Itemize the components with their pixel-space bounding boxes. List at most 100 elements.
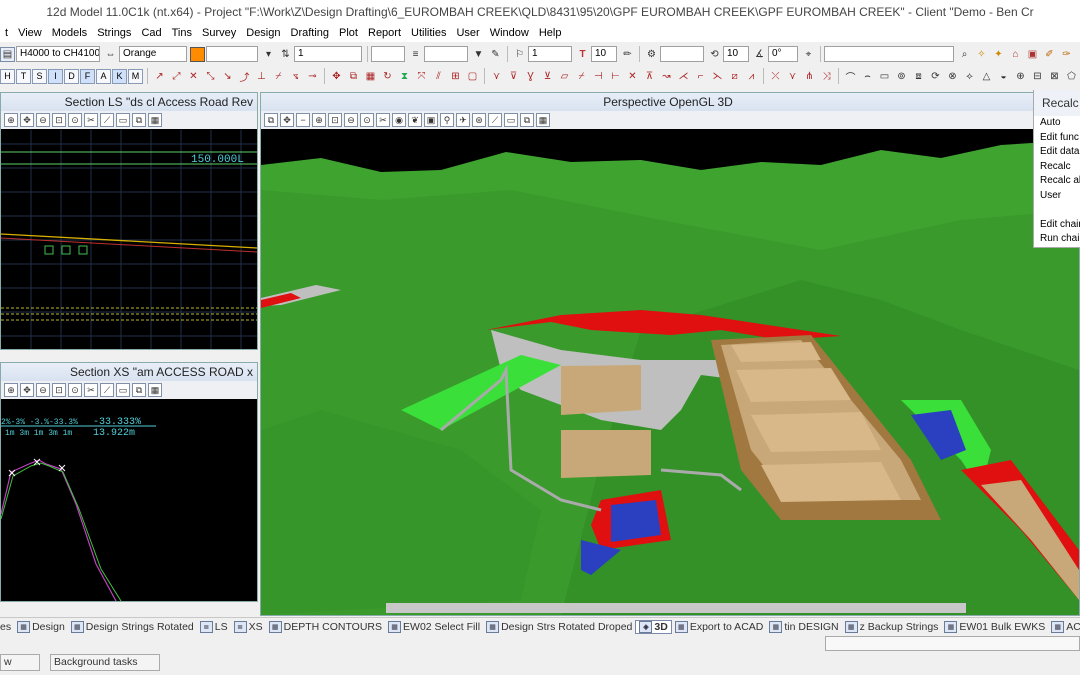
tool-icon-c[interactable]: ⌂ [1008, 47, 1023, 62]
string-icon-9[interactable]: ✕ [625, 69, 640, 84]
cad-icon-8[interactable]: ⌿ [271, 69, 286, 84]
colour-field[interactable]: Orange [119, 46, 187, 62]
curve-icon-3[interactable]: ▭ [877, 69, 892, 84]
cad-icon-4[interactable]: ⤡ [203, 69, 218, 84]
copy-view-icon[interactable]: ⧉ [132, 383, 146, 397]
cad-icon-6[interactable]: ⤴ [237, 69, 252, 84]
weight-icon[interactable]: ⇅ [278, 47, 293, 62]
string-icon-14[interactable]: ⋋ [710, 69, 725, 84]
grid-view-icon[interactable]: ▦ [148, 113, 162, 127]
search-icon[interactable]: ⌕ [957, 47, 972, 62]
tab-es[interactable]: es [0, 621, 14, 633]
cad-icon-10[interactable]: ⊸ [305, 69, 320, 84]
view-button-f[interactable]: F [80, 68, 95, 84]
pan-icon[interactable]: ✥ [20, 113, 34, 127]
menu-models[interactable]: Models [47, 27, 92, 39]
view-button-m[interactable]: M [128, 68, 143, 84]
value-field-a[interactable]: 1 [294, 46, 362, 62]
leaf-icon[interactable]: ❦ [408, 113, 422, 127]
window-icon[interactable]: ▭ [116, 383, 130, 397]
curve-icon-13[interactable]: ⊠ [1047, 69, 1062, 84]
background-tasks[interactable]: Background tasks [50, 653, 160, 671]
copy-view-icon[interactable]: ⧉ [520, 113, 534, 127]
profile-icon[interactable]: ⟋ [100, 383, 114, 397]
string-icon-1[interactable]: ⋎ [489, 69, 504, 84]
tab-xs[interactable]: ≣ XS [231, 620, 266, 633]
size-field[interactable]: 10 [723, 46, 749, 62]
line-style-icon[interactable]: ⇔ [103, 47, 118, 62]
curve-icon-7[interactable]: ⊗ [945, 69, 960, 84]
recalc-run-chain[interactable]: Run chain [1034, 232, 1080, 247]
value-field-b[interactable]: 1 [528, 46, 572, 62]
tools-icon[interactable]: ✂ [376, 113, 390, 127]
grid-icon[interactable]: ▦ [363, 69, 378, 84]
tin-icon-1[interactable]: ⤫ [768, 69, 783, 84]
curve-icon-11[interactable]: ⊕ [1013, 69, 1028, 84]
tin-icon-4[interactable]: ⤨ [819, 69, 834, 84]
view-button-i[interactable]: I [48, 68, 63, 84]
section-ls-canvas[interactable]: 150.000L [1, 130, 257, 349]
string-icon-13[interactable]: ⌐ [693, 69, 708, 84]
tab-3d[interactable]: ◈ 3D [635, 619, 672, 634]
view-button-h[interactable]: H [0, 68, 15, 84]
perspective-3d-canvas[interactable] [261, 130, 1079, 615]
tab-export-to-acad[interactable]: ▦ Export to ACAD [672, 620, 767, 633]
cad-icon-7[interactable]: ⊥ [254, 69, 269, 84]
tab-z-backup-strings[interactable]: ▦ z Backup Strings [842, 620, 942, 633]
copy-icon[interactable]: ⧉ [346, 69, 361, 84]
string-icon-11[interactable]: ↝ [659, 69, 674, 84]
camera-icon[interactable]: ▣ [424, 113, 438, 127]
dropdown-arrow-icon[interactable]: ▾ [261, 47, 276, 62]
tool-icon-b[interactable]: ✦ [991, 47, 1006, 62]
curve-icon-6[interactable]: ⟳ [928, 69, 943, 84]
filter-icon[interactable]: ▼ [471, 47, 486, 62]
string-icon-12[interactable]: ⋌ [676, 69, 691, 84]
menu-utilities[interactable]: Utilities [406, 27, 451, 39]
orbit-icon[interactable]: ⊛ [472, 113, 486, 127]
menu-user[interactable]: User [451, 27, 484, 39]
cad-icon-1[interactable]: ↗ [152, 69, 167, 84]
tool-icon-e[interactable]: ✐ [1042, 47, 1057, 62]
name-field[interactable] [206, 46, 258, 62]
view-button-k[interactable]: K [112, 68, 127, 84]
walk-icon[interactable]: ⚲ [440, 113, 454, 127]
symbol-field[interactable] [660, 46, 704, 62]
mirror-icon[interactable]: ⧗ [397, 69, 412, 84]
view-icon-1[interactable]: ⧉ [264, 113, 278, 127]
array-icon[interactable]: ⊞ [448, 69, 463, 84]
value-field-empty-2[interactable] [424, 46, 468, 62]
cad-icon-2[interactable]: ⤢ [169, 69, 184, 84]
cad-icon-5[interactable]: ↘ [220, 69, 235, 84]
zoom-out-icon[interactable]: ⊖ [36, 383, 50, 397]
section-xs-canvas[interactable]: 2%-3% -3.%-33.3% 1m 3m 1m 3m 1m -33.333%… [1, 404, 257, 601]
tab-acad-2d-layout[interactable]: ▦ACAD 2d Layout [1048, 620, 1080, 633]
tab-design-strings-rotated[interactable]: ▦ Design Strings Rotated [68, 620, 197, 633]
tab-ew02-select-fill[interactable]: ▦ EW02 Select Fill [385, 620, 483, 633]
grid-view-icon[interactable]: ▦ [536, 113, 550, 127]
recalc-recalc-all[interactable]: Recalc all [1034, 174, 1080, 189]
zoom-in-icon[interactable]: ⊕ [4, 113, 18, 127]
zoom-in-icon[interactable]: ⊕ [4, 383, 18, 397]
text-icon[interactable]: T [575, 47, 590, 62]
tab-design-strs-rotated-droped[interactable]: ▦ Design Strs Rotated Droped [483, 620, 635, 633]
view-button-a[interactable]: A [96, 68, 111, 84]
string-icon-16[interactable]: ⩘ [744, 69, 759, 84]
menu-help[interactable]: Help [534, 27, 567, 39]
fly-icon[interactable]: ✈ [456, 113, 470, 127]
tools-icon[interactable]: ✂ [84, 383, 98, 397]
curve-icon-14[interactable]: ⬠ [1064, 69, 1079, 84]
string-icon-7[interactable]: ⊣ [591, 69, 606, 84]
curve-icon-8[interactable]: ⟡ [962, 69, 977, 84]
profile-icon[interactable]: ⟋ [488, 113, 502, 127]
string-icon-8[interactable]: ⊢ [608, 69, 623, 84]
tin-icon-3[interactable]: ⋔ [802, 69, 817, 84]
recalc-edit-data[interactable]: Edit data [1034, 145, 1080, 160]
tab-design[interactable]: ▦ Design [14, 620, 68, 633]
view-button-s[interactable]: S [32, 68, 47, 84]
tin-icon-2[interactable]: ⋎ [785, 69, 800, 84]
move-icon[interactable]: ✥ [329, 69, 344, 84]
menu-design[interactable]: Design [241, 27, 285, 39]
chainage-icon[interactable]: ⚐ [512, 47, 527, 62]
scale-icon[interactable]: ⤧ [414, 69, 429, 84]
menu-window[interactable]: Window [485, 27, 534, 39]
